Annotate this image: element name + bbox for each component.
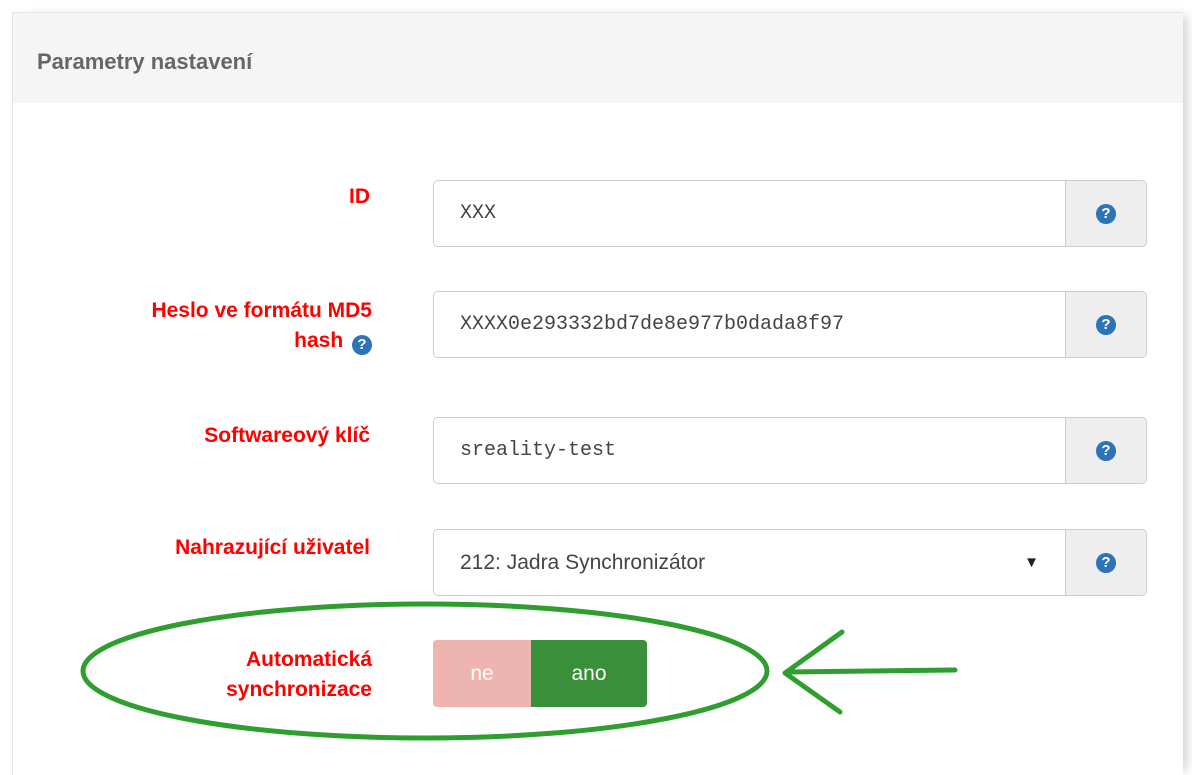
auto-sync-label-line2: synchronizace <box>226 678 372 701</box>
software-key-input-group: sreality-test ? <box>433 417 1147 484</box>
replacement-user-select[interactable]: 212: Jadra Synchronizátor ▼ <box>434 530 1065 595</box>
id-label: ID <box>200 182 370 212</box>
replacement-user-selected-value: 212: Jadra Synchronizátor <box>460 550 706 574</box>
password-label-line2: hash ? <box>40 326 372 356</box>
question-circle-icon[interactable]: ? <box>352 335 372 355</box>
software-key-label-text: Softwareový klíč <box>204 424 370 447</box>
software-key-input[interactable]: sreality-test <box>434 418 1065 483</box>
auto-sync-label: Automatická synchronizace <box>120 645 372 705</box>
id-input-group: XXX ? <box>433 180 1147 247</box>
replacement-user-help-button[interactable]: ? <box>1065 530 1146 595</box>
question-circle-icon: ? <box>1096 314 1116 335</box>
question-circle-icon: ? <box>1096 552 1116 573</box>
software-key-help-button[interactable]: ? <box>1065 418 1146 483</box>
id-help-button[interactable]: ? <box>1065 181 1146 246</box>
replacement-user-label: Nahrazující uživatel <box>60 533 370 563</box>
question-circle-icon: ? <box>1096 203 1116 224</box>
panel-heading: Parametry nastavení <box>13 13 1183 103</box>
question-circle-icon: ? <box>1096 440 1116 461</box>
password-help-button[interactable]: ? <box>1065 292 1146 357</box>
id-label-text: ID <box>349 185 370 208</box>
password-hash-input[interactable]: XXXX0e293332bd7de8e977b0dada8f97 <box>434 292 1065 357</box>
password-label-line1: Heslo ve formátu MD5 <box>151 299 372 322</box>
panel-title: Parametry nastavení <box>37 49 253 74</box>
replacement-user-label-text: Nahrazující uživatel <box>175 536 370 559</box>
chevron-down-icon: ▼ <box>1024 554 1039 571</box>
replacement-user-input-group: 212: Jadra Synchronizátor ▼ ? <box>433 529 1147 596</box>
toggle-on-option[interactable]: ano <box>531 640 647 707</box>
id-input[interactable]: XXX <box>434 181 1065 246</box>
password-label: Heslo ve formátu MD5 hash ? <box>40 296 372 356</box>
password-input-group: XXXX0e293332bd7de8e977b0dada8f97 ? <box>433 291 1147 358</box>
toggle-off-option[interactable]: ne <box>433 640 531 707</box>
password-label-hash: hash <box>294 329 344 352</box>
software-key-label: Softwareový klíč <box>100 421 370 451</box>
auto-sync-label-line1: Automatická <box>245 648 372 671</box>
auto-sync-toggle[interactable]: ne ano <box>433 640 647 707</box>
